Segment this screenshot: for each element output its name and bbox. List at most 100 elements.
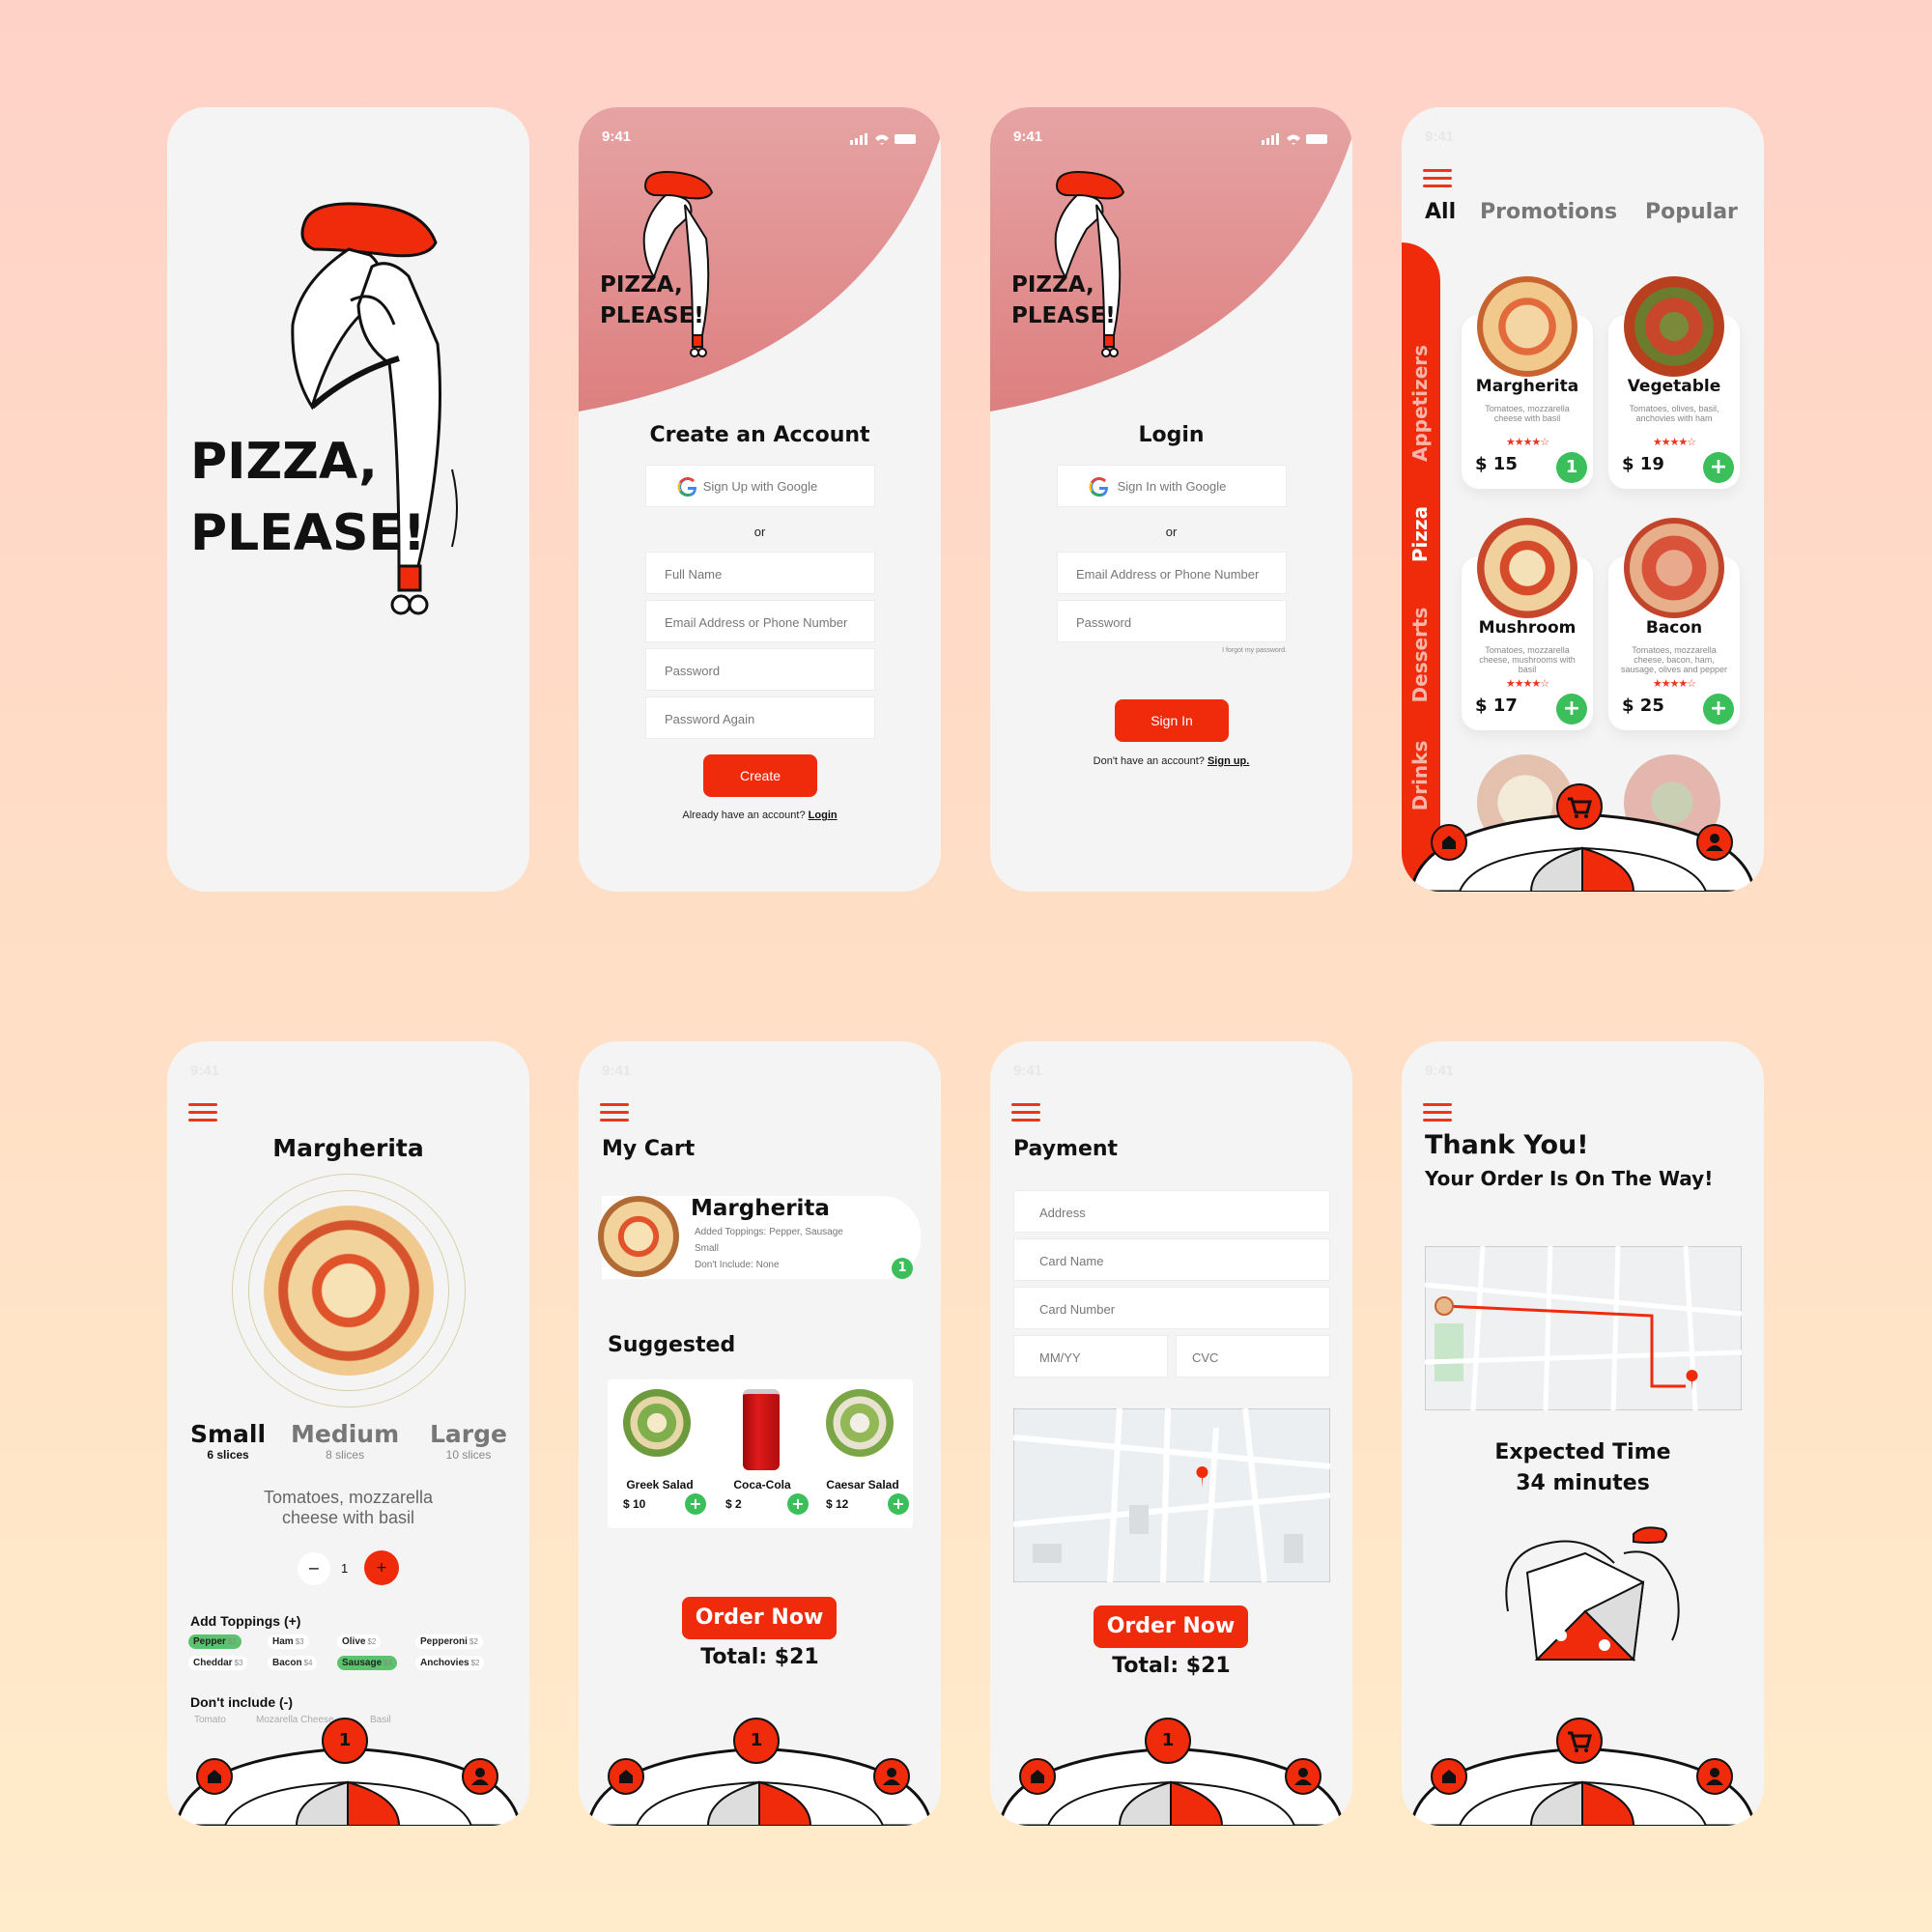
toppings-title: Add Toppings (+) [190, 1613, 301, 1629]
topping-chip[interactable]: Anchovies $2 [415, 1656, 485, 1670]
bottom-nav [1402, 776, 1764, 892]
order-now-button[interactable]: Order Now [682, 1597, 837, 1639]
address-input[interactable]: Address [1013, 1190, 1330, 1233]
add-item-button[interactable]: + [1703, 694, 1734, 724]
fullname-input[interactable]: Full Name [645, 552, 875, 594]
tab-popular[interactable]: Popular [1645, 200, 1738, 224]
home-icon[interactable] [1019, 1758, 1056, 1795]
item-name: Margherita [1475, 377, 1579, 396]
map[interactable] [1013, 1408, 1330, 1582]
profile-icon[interactable] [1285, 1758, 1321, 1795]
cart-icon[interactable] [1556, 1718, 1603, 1764]
cart-title: My Cart [602, 1137, 696, 1161]
home-icon[interactable] [196, 1758, 233, 1795]
profile-icon[interactable] [873, 1758, 910, 1795]
google-icon [677, 477, 696, 497]
add-item-button[interactable]: + [1703, 452, 1734, 483]
qty-decrease-button[interactable]: − [298, 1552, 330, 1585]
signin-button[interactable]: Sign In [1115, 699, 1229, 742]
topping-chip[interactable]: Ham $3 [268, 1634, 309, 1649]
menu-card[interactable]: Mushroom Tomatoes, mozzarella cheese, mu… [1462, 518, 1593, 730]
cart-icon[interactable]: 1 [733, 1718, 780, 1764]
google-signin-button[interactable]: Sign In with Google [1057, 465, 1287, 507]
cart-item-exclude: Don't Include: None [695, 1260, 780, 1270]
topping-chip[interactable]: Sausage $4 [337, 1656, 398, 1670]
login-link[interactable]: Login [809, 810, 838, 821]
home-icon[interactable] [1431, 824, 1467, 861]
brand-line2: PLEASE! [1011, 303, 1116, 328]
add-suggested-button[interactable]: + [888, 1493, 909, 1515]
add-suggested-button[interactable]: + [685, 1493, 706, 1515]
topping-name: Sausage [342, 1658, 383, 1668]
status-time: 9:41 [602, 1063, 632, 1079]
email-input[interactable]: Email Address or Phone Number [1057, 552, 1287, 594]
category-desserts[interactable]: Desserts [1408, 602, 1432, 708]
topping-name: Anchovies [420, 1658, 469, 1668]
card-number-input[interactable]: Card Number [1013, 1287, 1330, 1329]
menu-card[interactable]: Vegetable Tomatoes, olives, basil, ancho… [1608, 276, 1740, 489]
bottom-nav [1402, 1710, 1764, 1826]
size-large[interactable]: Large 10 slices [430, 1420, 507, 1462]
suggested-item[interactable]: Caesar Salad $ 12 + [814, 1389, 911, 1522]
detail-description: Tomatoes, mozzarella cheese with basil [167, 1488, 529, 1528]
qty-increase-button[interactable]: + [364, 1550, 399, 1585]
menu-icon[interactable] [1011, 1103, 1040, 1122]
greek-salad-image [623, 1389, 691, 1457]
menu-icon[interactable] [188, 1103, 217, 1122]
size-medium[interactable]: Medium 8 slices [291, 1420, 399, 1462]
topping-chip[interactable]: Bacon $4 [268, 1656, 318, 1670]
expiry-input[interactable]: MM/YY [1013, 1335, 1168, 1378]
tab-all[interactable]: All [1425, 200, 1456, 224]
cart-item-qty[interactable]: 1 [892, 1258, 913, 1279]
topping-chip[interactable]: Pepper $2 [188, 1634, 242, 1649]
item-desc: Tomatoes, mozzarella cheese, bacon, ham,… [1620, 645, 1728, 674]
signup-footer-text: Already have an account? [682, 810, 806, 821]
size-medium-slices: 8 slices [326, 1448, 365, 1462]
status-time: 9:41 [1425, 128, 1455, 145]
topping-chip[interactable]: Pepperoni $2 [415, 1634, 483, 1649]
cart-icon[interactable]: 1 [322, 1718, 368, 1764]
topping-chip[interactable]: Cheddar $3 [188, 1656, 248, 1670]
profile-icon[interactable] [462, 1758, 498, 1795]
item-count-badge[interactable]: 1 [1556, 452, 1587, 483]
tab-promotions[interactable]: Promotions [1480, 200, 1617, 224]
password-again-input[interactable]: Password Again [645, 696, 875, 739]
profile-icon[interactable] [1696, 1758, 1733, 1795]
add-suggested-button[interactable]: + [787, 1493, 809, 1515]
delivery-map[interactable] [1425, 1246, 1742, 1410]
splash-title-line1: PIZZA, [190, 433, 378, 491]
google-signup-button[interactable]: Sign Up with Google [645, 465, 875, 507]
menu-card[interactable]: Margherita Tomatoes, mozzarella cheese w… [1462, 276, 1593, 489]
cvc-input[interactable]: CVC [1176, 1335, 1330, 1378]
topping-chip[interactable]: Olive $2 [337, 1634, 382, 1649]
expected-label: Expected Time [1494, 1440, 1671, 1464]
email-input[interactable]: Email Address or Phone Number [645, 600, 875, 642]
home-icon[interactable] [1431, 1758, 1467, 1795]
cart-icon[interactable]: 1 [1145, 1718, 1191, 1764]
suggested-title: Suggested [608, 1333, 736, 1357]
detail-screen: 9:41 Margherita Small 6 slices Medium 8 … [167, 1041, 529, 1826]
bottom-nav: 1 [167, 1710, 529, 1826]
add-item-button[interactable]: + [1556, 694, 1587, 724]
card-name-input[interactable]: Card Name [1013, 1238, 1330, 1281]
category-appetizers[interactable]: Appetizers [1408, 345, 1432, 462]
signup-footer: Already have an account? Login [579, 810, 941, 821]
cart-item[interactable]: Margherita Added Toppings: Pepper, Sausa… [598, 1196, 921, 1279]
password-input[interactable]: Password [1057, 600, 1287, 642]
forgot-password-link[interactable]: I forgot my password. [1222, 647, 1287, 654]
signup-link[interactable]: Sign up. [1208, 755, 1249, 767]
cart-icon[interactable] [1556, 783, 1603, 830]
password-input[interactable]: Password [645, 648, 875, 691]
order-now-button[interactable]: Order Now [1094, 1605, 1248, 1648]
create-button[interactable]: Create [703, 754, 817, 797]
menu-card[interactable]: Bacon Tomatoes, mozzarella cheese, bacon… [1608, 518, 1740, 730]
home-icon[interactable] [608, 1758, 644, 1795]
category-pizza[interactable]: Pizza [1408, 481, 1432, 587]
size-small[interactable]: Small 6 slices [190, 1420, 266, 1462]
menu-icon[interactable] [1423, 1103, 1452, 1122]
menu-icon[interactable] [1423, 169, 1452, 188]
menu-icon[interactable] [600, 1103, 629, 1122]
profile-icon[interactable] [1696, 824, 1733, 861]
suggested-item[interactable]: Coca-Cola $ 2 + [714, 1389, 810, 1522]
suggested-item[interactable]: Greek Salad $ 10 + [611, 1389, 708, 1522]
